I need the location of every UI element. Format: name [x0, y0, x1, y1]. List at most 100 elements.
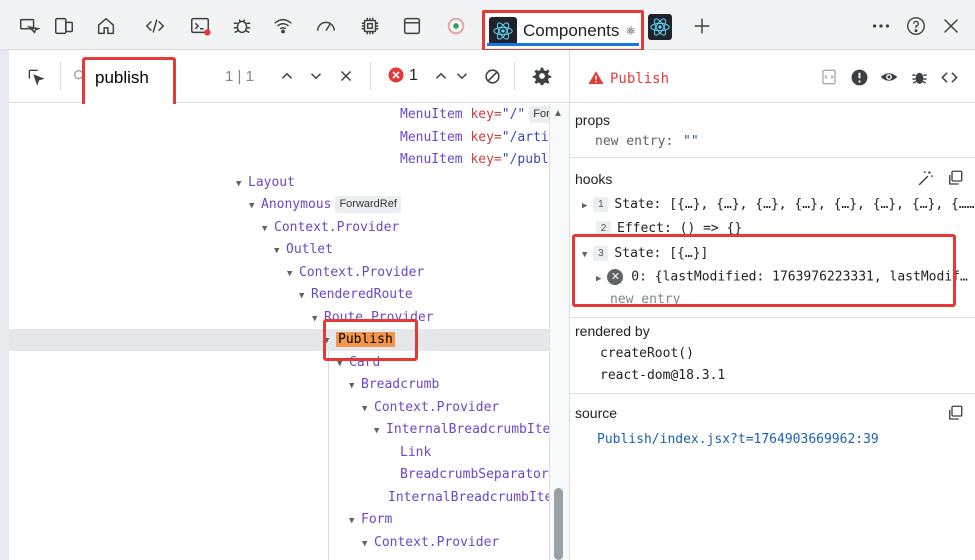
node-badge: For: [529, 106, 549, 123]
tab-components-label: Components: [523, 21, 620, 40]
lighthouse-icon[interactable]: [444, 14, 468, 38]
warning-icon: [586, 68, 606, 88]
collapse-triangle-icon[interactable]: ▼: [349, 510, 361, 532]
inspect-eye-icon[interactable]: [879, 67, 899, 87]
parse-hook-names-wand-icon[interactable]: [915, 168, 935, 188]
error-toggle-icon[interactable]: [849, 67, 869, 87]
tree-node[interactable]: InternalBreadcrumbIter: [388, 487, 549, 509]
collapse-triangle-icon[interactable]: ▼: [249, 195, 261, 217]
tree-node[interactable]: ▼ Outlet: [274, 239, 333, 261]
props-new-entry-value[interactable]: "": [683, 134, 699, 149]
more-options-icon[interactable]: [869, 14, 893, 38]
collapse-triangle-icon[interactable]: ▼: [274, 240, 286, 262]
tree-node[interactable]: ▼ Context.Provider: [362, 397, 499, 419]
expand-triangle-icon[interactable]: ▶: [582, 201, 587, 211]
hooks-section-title: hooks: [575, 171, 613, 187]
component-tree[interactable]: MenuItem key="/"For MenuItem key="/artic…: [9, 104, 549, 560]
selected-row-background: [9, 329, 549, 351]
node-badge: ForwardRef: [335, 196, 401, 213]
search-box-highlight: [82, 57, 176, 111]
home-icon[interactable]: [94, 14, 118, 38]
tree-node[interactable]: Link: [400, 442, 431, 464]
clear-errors-icon[interactable]: [482, 65, 502, 87]
application-icon[interactable]: [400, 14, 424, 38]
selected-node-highlight-box: [323, 319, 418, 361]
devtools-tab-strip: Components ⚛: [0, 0, 975, 52]
left-edge: [0, 50, 9, 560]
tree-node[interactable]: ▼ Context.Provider: [362, 532, 499, 554]
tree-node[interactable]: ▼ RenderedRoute: [299, 284, 413, 306]
section-divider: [570, 157, 975, 158]
search-input[interactable]: [95, 67, 167, 89]
sources-bug-icon[interactable]: [230, 14, 254, 38]
tree-node[interactable]: ▼ Layout: [236, 172, 295, 194]
tree-guide-line: [328, 351, 329, 560]
performance-icon[interactable]: [314, 14, 338, 38]
log-bug-icon[interactable]: [909, 67, 929, 87]
previous-error-icon[interactable]: [431, 65, 451, 87]
select-element-icon[interactable]: [25, 66, 47, 88]
tree-node[interactable]: MenuItem key="/publi: [400, 149, 549, 171]
collapse-triangle-icon[interactable]: ▼: [362, 398, 374, 420]
tree-node[interactable]: ▼ Context.Provider: [262, 217, 399, 239]
suspend-icon[interactable]: [819, 67, 839, 87]
search-match-count: 1 | 1: [225, 68, 254, 85]
console-icon[interactable]: [188, 14, 212, 38]
collapse-triangle-icon[interactable]: ▼: [299, 285, 311, 307]
inspected-component-name: Publish: [610, 71, 670, 87]
collapse-triangle-icon[interactable]: ▼: [262, 218, 274, 240]
tree-node[interactable]: MenuItem key="/" For: [400, 104, 549, 126]
tab-profiler-react-icon[interactable]: [648, 14, 672, 40]
tree-node[interactable]: ▼ Form: [349, 509, 392, 531]
tree-node[interactable]: ▼ InternalBreadcrumbIter: [374, 419, 549, 441]
collapse-triangle-icon[interactable]: ▼: [374, 420, 386, 442]
collapse-triangle-icon[interactable]: ▼: [236, 173, 248, 195]
react-logo-icon: [489, 17, 517, 45]
settings-gear-icon[interactable]: [531, 65, 553, 87]
toolbar-divider: [60, 62, 61, 90]
clear-search-icon[interactable]: [336, 65, 356, 87]
tree-node[interactable]: MenuItem key="/artic: [400, 127, 549, 149]
toolbar-divider: [514, 62, 515, 90]
toolbar-divider: [370, 62, 371, 90]
device-toolbar-icon[interactable]: [17, 14, 41, 38]
source-link[interactable]: Publish/index.jsx?t=1764903669962:39: [597, 432, 879, 447]
section-divider: [570, 393, 975, 394]
state-hook-highlight-box: [572, 234, 956, 307]
next-match-icon[interactable]: [306, 65, 326, 87]
error-icon: [387, 66, 405, 84]
previous-match-icon[interactable]: [277, 65, 297, 87]
tree-node[interactable]: BreadcrumbSeparator: [400, 464, 549, 486]
next-error-icon[interactable]: [452, 65, 472, 87]
tree-node[interactable]: ▼ Context.Provider: [287, 262, 424, 284]
elements-icon[interactable]: [143, 14, 167, 38]
hook-row-1[interactable]: ▶ 1 State: [{…}, {…}, {…}, {…}, {…}, {…}, …: [582, 197, 974, 212]
network-icon[interactable]: [271, 14, 295, 38]
tree-node[interactable]: ▼ Breadcrumb: [349, 374, 439, 396]
rendered-by-item[interactable]: react-dom@18.3.1: [600, 368, 725, 383]
inspector-header: Publish: [570, 50, 975, 103]
view-source-icon[interactable]: [939, 67, 959, 87]
memory-icon[interactable]: [358, 14, 382, 38]
source-section-title: source: [575, 405, 618, 421]
section-divider: [570, 317, 975, 318]
tree-scroll-thumb[interactable]: [554, 488, 563, 560]
add-panel-icon[interactable]: [690, 14, 714, 38]
collapse-triangle-icon[interactable]: ▼: [287, 263, 299, 285]
collapse-triangle-icon[interactable]: ▼: [349, 375, 361, 397]
rendered-by-item[interactable]: createRoot(): [600, 346, 694, 361]
atom-icon: ⚛: [625, 24, 637, 38]
device-mode-icon[interactable]: [52, 14, 76, 38]
copy-hooks-icon[interactable]: [945, 168, 965, 188]
collapse-triangle-icon[interactable]: ▼: [362, 533, 374, 555]
props-new-entry-label[interactable]: new entry:: [595, 134, 673, 149]
tab-components[interactable]: Components ⚛: [482, 10, 644, 52]
scroll-up-arrow-icon[interactable]: ▲: [553, 108, 563, 119]
active-tab-indicator: [487, 43, 639, 46]
props-section-title: props: [575, 112, 611, 128]
tree-node[interactable]: ▼ Anonymous ForwardRef: [249, 194, 401, 216]
error-count: 1: [409, 67, 418, 84]
copy-source-icon[interactable]: [945, 403, 965, 423]
close-devtools-icon[interactable]: [939, 14, 963, 38]
help-icon[interactable]: [904, 14, 928, 38]
